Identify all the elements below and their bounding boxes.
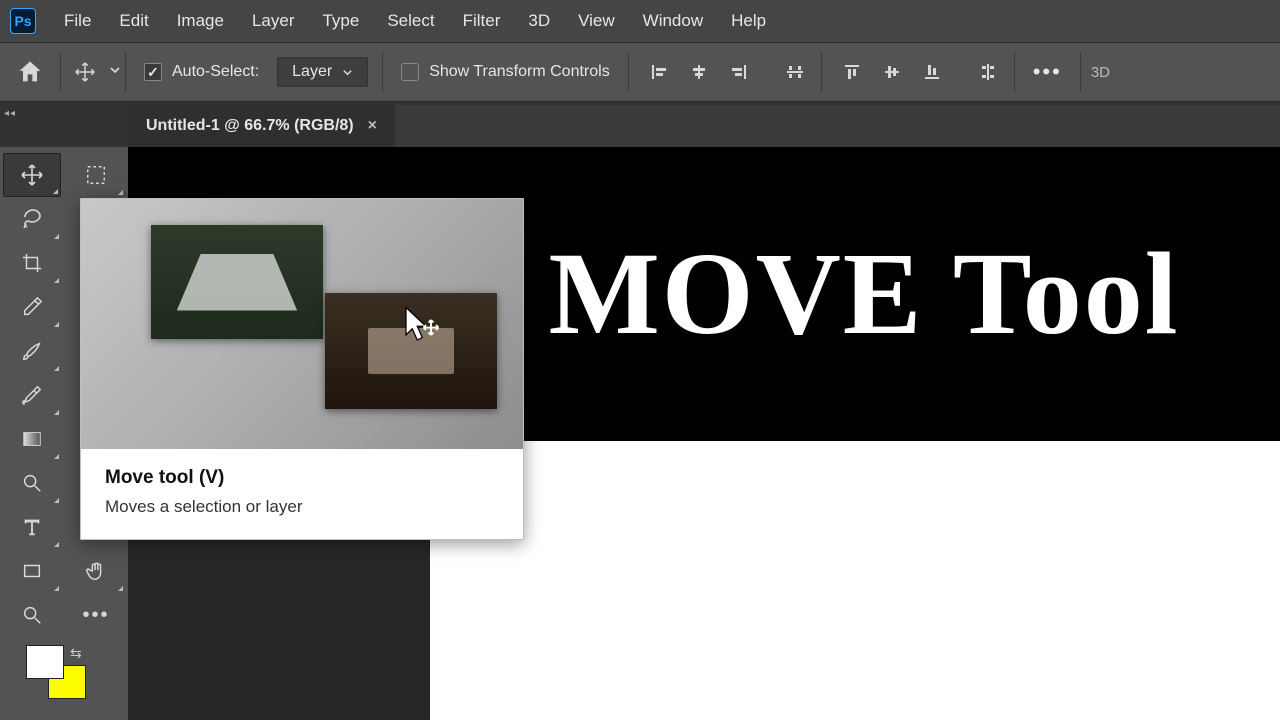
auto-select-option[interactable]: Auto-Select:: [126, 63, 277, 81]
show-transform-label: Show Transform Controls: [429, 63, 610, 81]
align-left-icon[interactable]: [649, 62, 669, 82]
show-transform-checkbox[interactable]: [401, 63, 419, 81]
menubar: Ps File Edit Image Layer Type Select Fil…: [0, 0, 1280, 42]
menu-help[interactable]: Help: [717, 11, 780, 31]
foreground-color-swatch[interactable]: [26, 645, 64, 679]
align-bottom-icon[interactable]: [922, 62, 942, 82]
tooltip-title: Move tool (V): [105, 467, 499, 489]
menu-select[interactable]: Select: [373, 11, 448, 31]
crop-tool[interactable]: [3, 241, 61, 285]
tooltip-preview-image: [81, 199, 523, 449]
menu-window[interactable]: Window: [629, 11, 717, 31]
canvas-white-area: [430, 441, 1280, 720]
rectangle-tool[interactable]: [3, 549, 61, 593]
menu-type[interactable]: Type: [308, 11, 373, 31]
align-horizontal-group: [629, 62, 769, 82]
menu-layer[interactable]: Layer: [238, 11, 309, 31]
document-tab-title: Untitled-1 @ 66.7% (RGB/8): [146, 117, 354, 135]
distribute-v-icon[interactable]: [962, 62, 1014, 82]
swap-colors-icon[interactable]: ⇆: [70, 645, 82, 662]
distribute-h-icon[interactable]: [769, 62, 821, 82]
menu-image[interactable]: Image: [163, 11, 238, 31]
menu-filter[interactable]: Filter: [449, 11, 515, 31]
current-tool-icon[interactable]: [61, 61, 109, 83]
3d-mode-label[interactable]: 3D: [1081, 64, 1120, 81]
home-button[interactable]: [0, 42, 60, 102]
color-swatches[interactable]: ⇆: [26, 645, 96, 705]
panel-collapse-handle[interactable]: ◂◂: [4, 108, 16, 119]
dropdown-value: Layer: [292, 63, 332, 81]
options-bar: Auto-Select: Layer Show Transform Contro…: [0, 42, 1280, 102]
auto-select-target-dropdown[interactable]: Layer: [277, 57, 368, 87]
app-logo: Ps: [10, 8, 36, 34]
menu-view[interactable]: View: [564, 11, 629, 31]
align-right-icon[interactable]: [729, 62, 749, 82]
auto-select-label: Auto-Select:: [172, 63, 259, 81]
align-top-icon[interactable]: [842, 62, 862, 82]
brush-tool[interactable]: [3, 329, 61, 373]
eyedropper-tool[interactable]: [3, 285, 61, 329]
gradient-tool[interactable]: [3, 417, 61, 461]
menu-file[interactable]: File: [50, 11, 105, 31]
edit-toolbar-icon[interactable]: •••: [67, 593, 125, 637]
tool-preset-chevron-icon[interactable]: [109, 64, 125, 80]
menu-3d[interactable]: 3D: [514, 11, 564, 31]
close-tab-icon[interactable]: ×: [368, 117, 377, 135]
preview-cursor-icon: [401, 305, 441, 345]
align-center-h-icon[interactable]: [689, 62, 709, 82]
move-tool[interactable]: [3, 153, 61, 197]
tool-tooltip: Move tool (V) Moves a selection or layer: [80, 198, 524, 540]
align-vertical-group: [822, 62, 962, 82]
document-tab[interactable]: Untitled-1 @ 66.7% (RGB/8) ×: [128, 105, 395, 147]
menu-edit[interactable]: Edit: [105, 11, 162, 31]
auto-select-checkbox[interactable]: [144, 63, 162, 81]
zoom-tool[interactable]: [3, 593, 61, 637]
lasso-tool[interactable]: [3, 197, 61, 241]
hand-tool[interactable]: [67, 549, 125, 593]
healing-brush-tool[interactable]: [3, 373, 61, 417]
align-middle-v-icon[interactable]: [882, 62, 902, 82]
document-tab-row: Untitled-1 @ 66.7% (RGB/8) ×: [128, 105, 1280, 147]
show-transform-option[interactable]: Show Transform Controls: [383, 63, 628, 81]
type-tool[interactable]: [3, 505, 61, 549]
tooltip-description: Moves a selection or layer: [105, 497, 499, 517]
more-options-icon[interactable]: •••: [1015, 59, 1080, 85]
rectangular-marquee-tool[interactable]: [67, 153, 125, 197]
preview-thumb-1: [151, 225, 323, 339]
blur-tool[interactable]: [3, 461, 61, 505]
